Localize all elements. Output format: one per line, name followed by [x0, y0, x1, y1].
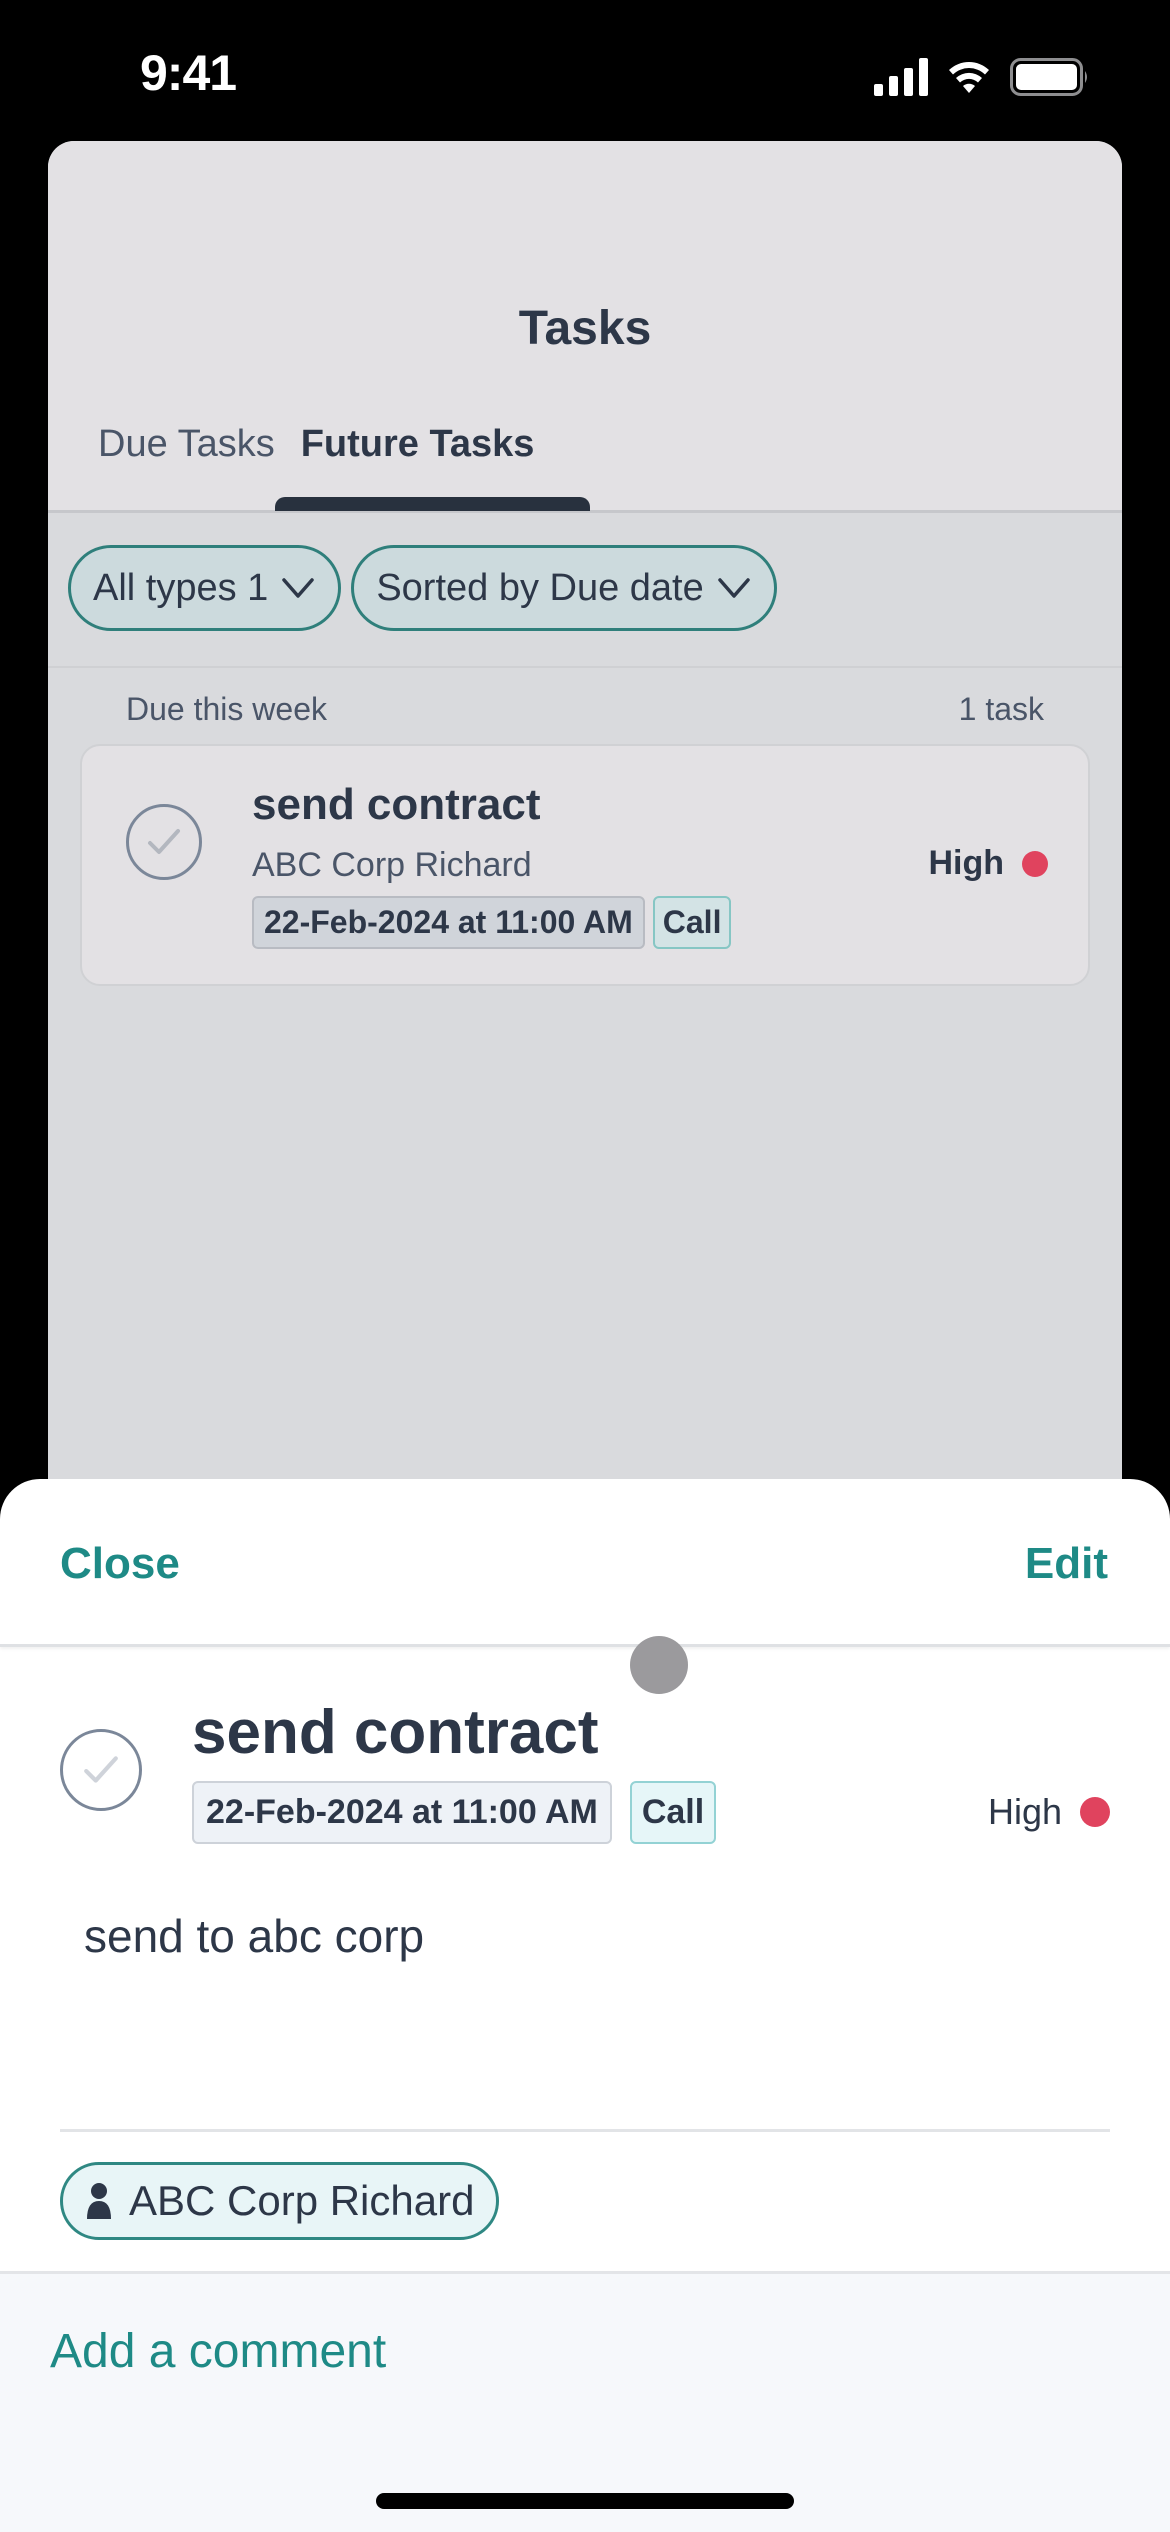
task-type-tag: Call [652, 896, 732, 949]
task-description: send to abc corp [84, 1910, 425, 1962]
battery-icon [1010, 58, 1087, 96]
wifi-icon [949, 62, 989, 93]
checkmark-icon [148, 829, 180, 854]
task-contact: ABC Corp Richard [252, 846, 532, 884]
tab-bar: Due Tasks Future Tasks [48, 423, 591, 513]
tab-due-tasks[interactable]: Due Tasks [48, 423, 301, 513]
task-title: send contract [192, 1698, 599, 1767]
home-indicator [376, 2493, 794, 2509]
association-chip[interactable]: ABC Corp Richard [60, 2162, 500, 2240]
complete-task-checkbox[interactable] [126, 804, 202, 880]
chevron-down-icon [282, 578, 315, 598]
task-detail-sheet: Close Edit send contract 22-Feb-2024 at … [0, 1479, 1170, 2532]
contact-person-icon [87, 2183, 111, 2219]
close-button[interactable]: Close [60, 1539, 180, 1589]
tab-future-tasks[interactable]: Future Tasks [274, 423, 591, 513]
filter-row: All types 1 Sorted by Due date [68, 545, 777, 631]
cellular-signal-icon [874, 58, 928, 96]
section-label: Due this week [126, 691, 327, 727]
priority-dot-icon [1080, 1797, 1110, 1827]
section-count: 1 task [958, 691, 1044, 727]
status-bar: 9:41 [0, 0, 1170, 140]
edit-button[interactable]: Edit [1025, 1539, 1108, 1589]
priority-label: High [928, 844, 1004, 882]
page-title: Tasks [518, 302, 652, 355]
divider [48, 666, 1122, 668]
complete-task-checkbox[interactable] [60, 1729, 142, 1811]
priority-indicator: High [928, 844, 1048, 883]
tasks-screen: Tasks Due Tasks Future Tasks All types 1… [48, 141, 1122, 1541]
section-header: Due this week 1 task [126, 691, 1044, 728]
sheet-header: Close Edit [0, 1479, 1170, 1647]
priority-dot-icon [1022, 850, 1048, 877]
type-filter-button[interactable]: All types 1 [68, 545, 342, 631]
due-date-tag: 22-Feb-2024 at 11:00 AM [252, 896, 645, 949]
due-date-tag: 22-Feb-2024 at 11:00 AM [192, 1781, 612, 1844]
status-icons [874, 58, 1090, 96]
checkmark-icon [84, 1756, 118, 1783]
priority-indicator: High [988, 1791, 1110, 1833]
priority-label: High [987, 1791, 1062, 1832]
task-card[interactable]: send contract ABC Corp Richard 22-Feb-20… [80, 744, 1090, 986]
sort-filter-button[interactable]: Sorted by Due date [351, 545, 777, 631]
task-tags: 22-Feb-2024 at 11:00 AM Call [192, 1781, 717, 1844]
chevron-down-icon [718, 578, 750, 598]
task-title: send contract [252, 780, 541, 829]
status-time: 9:41 [140, 45, 237, 101]
task-tags: 22-Feb-2024 at 11:00 AM Call [252, 896, 732, 949]
task-type-tag: Call [629, 1781, 717, 1844]
add-comment-button[interactable]: Add a comment [50, 2324, 386, 2379]
tasks-header: Tasks Due Tasks Future Tasks [48, 141, 1122, 513]
active-tab-indicator [274, 497, 591, 511]
divider [60, 2129, 1110, 2132]
drag-handle[interactable] [630, 1636, 688, 1694]
